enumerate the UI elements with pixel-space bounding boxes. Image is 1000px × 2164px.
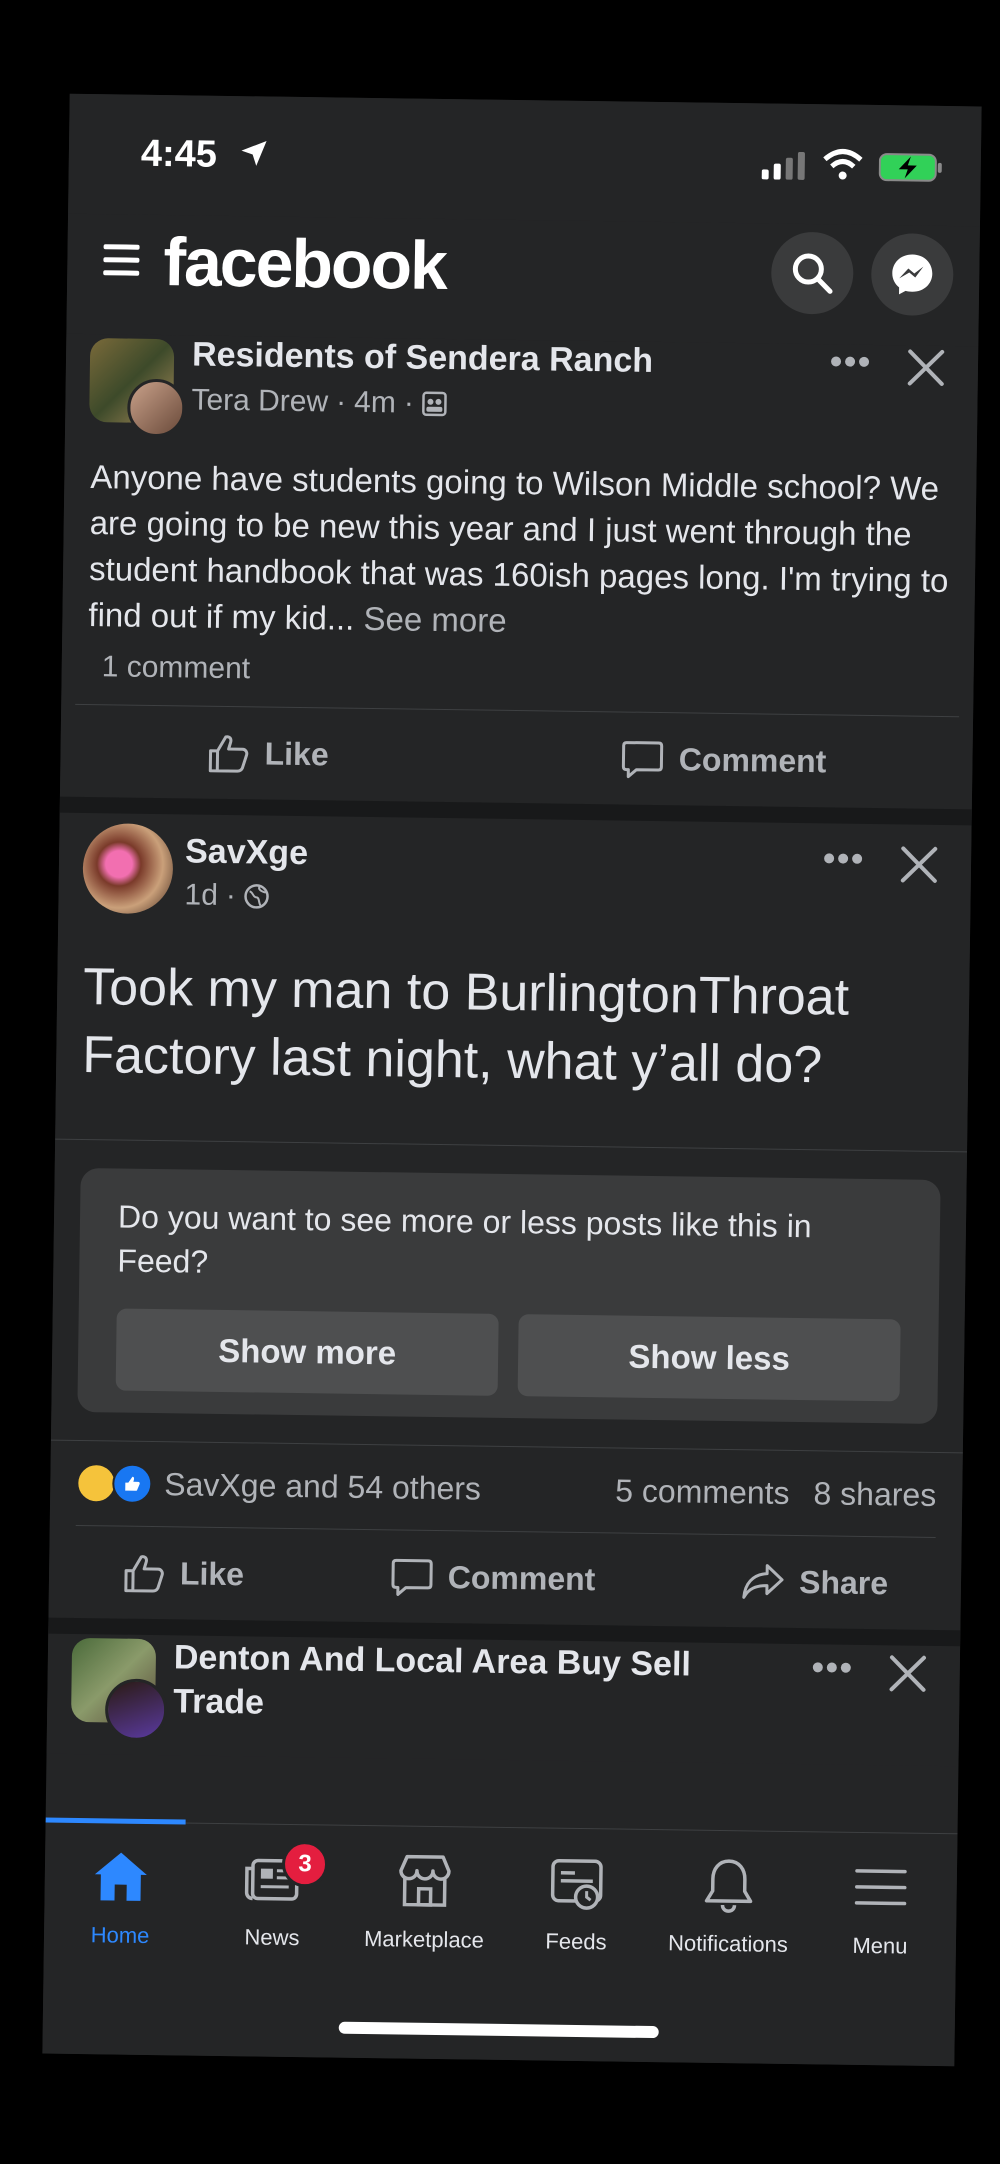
- comment-count[interactable]: 1 comment: [75, 637, 961, 718]
- like-reaction-icon: [112, 1463, 153, 1505]
- group-privacy-icon: [422, 391, 448, 417]
- post-actions: Like Comment Share: [48, 1526, 961, 1631]
- author-name[interactable]: SavXge: [185, 832, 308, 873]
- tab-marketplace[interactable]: Marketplace: [349, 1848, 500, 1954]
- wifi-icon: [823, 149, 863, 180]
- like-label: Like: [179, 1554, 245, 1592]
- comment-label: Comment: [447, 1558, 596, 1597]
- post-text: Anyone have students going to Wilson Mid…: [62, 454, 976, 651]
- like-button[interactable]: Like: [122, 1551, 245, 1597]
- reactions-bar: SavXge and 54 others 5 comments 8 shares: [50, 1441, 963, 1538]
- feed-post: Residents of Sendera Ranch Tera Drew · 4…: [59, 333, 979, 810]
- location-arrow-icon: [241, 140, 267, 166]
- share-button[interactable]: Share: [741, 1559, 889, 1605]
- tab-label: Menu: [852, 1932, 908, 1959]
- tabs: Home 3 News Marketplace Feeds Notificati…: [44, 1822, 958, 1961]
- post-time[interactable]: 4m: [354, 386, 396, 421]
- signal-icon: [761, 151, 805, 180]
- bottom-tab-bar: Home 3 News Marketplace Feeds Notificati…: [42, 1817, 958, 2067]
- show-more-button[interactable]: Show more: [115, 1308, 499, 1396]
- bell-icon: [704, 1859, 753, 1913]
- app-header: facebook: [66, 213, 980, 347]
- feed-feedback-section: Do you want to see more or less posts li…: [51, 1140, 967, 1453]
- comments-count[interactable]: 5 comments: [615, 1472, 790, 1511]
- comment-icon: [622, 741, 664, 779]
- facebook-logo[interactable]: facebook: [163, 223, 447, 305]
- show-less-button[interactable]: Show less: [517, 1314, 901, 1402]
- messenger-icon: [892, 254, 933, 295]
- tab-feeds[interactable]: Feeds: [501, 1850, 652, 1956]
- messenger-button[interactable]: [870, 232, 954, 317]
- reactions-text: SavXge and 54 others: [164, 1465, 482, 1507]
- comment-button[interactable]: Comment: [390, 1554, 596, 1601]
- home-indicator[interactable]: [338, 2021, 659, 2039]
- globe-icon: [244, 884, 270, 909]
- shares-count[interactable]: 8 shares: [813, 1475, 936, 1514]
- author-avatar[interactable]: [126, 378, 186, 438]
- post-header: Residents of Sendera Ranch Tera Drew · 4…: [65, 334, 979, 467]
- tab-home[interactable]: Home: [45, 1844, 196, 1950]
- search-icon: [792, 253, 833, 294]
- engagement-counts: 5 comments 8 shares: [615, 1472, 936, 1514]
- more-options-icon[interactable]: [812, 1660, 852, 1675]
- see-more-link[interactable]: See more: [363, 600, 507, 639]
- tab-menu[interactable]: Menu: [805, 1854, 956, 1960]
- post-meta: 1d ·: [184, 878, 270, 913]
- post-time[interactable]: 1d: [184, 878, 218, 912]
- hamburger-menu-icon[interactable]: [99, 240, 144, 281]
- meta-separator: ·: [335, 385, 347, 419]
- feeds-icon: [550, 1858, 603, 1910]
- feed-post: SavXge 1d · Took my man to BurlingtonThr…: [48, 796, 972, 1631]
- tab-news[interactable]: 3 News: [197, 1840, 348, 1952]
- author-avatar[interactable]: [104, 1678, 168, 1742]
- thumbs-up-icon: [208, 735, 249, 773]
- meta-separator: ·: [225, 878, 237, 913]
- like-label: Like: [264, 735, 329, 772]
- post-actions: Like Comment: [60, 705, 973, 810]
- reactions-summary[interactable]: SavXge and 54 others: [76, 1462, 482, 1509]
- tab-notifications[interactable]: Notifications: [653, 1852, 804, 1958]
- tab-label: Notifications: [667, 1930, 789, 1957]
- feed-post: Denton And Local Area Buy Sell Trade: [46, 1617, 961, 1767]
- post-body: Took my man to BurlingtonThroat Factory …: [81, 958, 850, 1095]
- comment-label: Comment: [678, 740, 827, 779]
- search-button[interactable]: [770, 231, 854, 315]
- status-bar: 4:45: [68, 93, 982, 227]
- battery-charging-icon: [878, 153, 942, 182]
- more-options-icon[interactable]: [823, 851, 863, 866]
- group-name[interactable]: Residents of Sendera Ranch: [192, 335, 654, 380]
- comment-icon: [391, 1558, 433, 1596]
- like-button[interactable]: Like: [206, 731, 329, 777]
- feedback-question: Do you want to see more or less posts li…: [117, 1198, 812, 1280]
- post-header: SavXge 1d ·: [58, 813, 972, 956]
- tab-label: News: [244, 1924, 300, 1951]
- share-label: Share: [798, 1563, 889, 1601]
- tab-label: Feeds: [545, 1928, 607, 1955]
- phone-screen: 4:45 facebook Residents of Sendera Ranch…: [42, 93, 982, 2067]
- thumbs-up-icon: [124, 1555, 164, 1593]
- home-icon: [94, 1852, 147, 1901]
- meta-separator: ·: [403, 386, 415, 420]
- post-header: Denton And Local Area Buy Sell Trade: [47, 1634, 961, 1767]
- haha-reaction-icon: [76, 1462, 117, 1504]
- comment-button[interactable]: Comment: [621, 736, 827, 783]
- close-icon[interactable]: [885, 1651, 930, 1696]
- notification-badge: 3: [281, 1840, 329, 1888]
- tab-label: Marketplace: [363, 1926, 485, 1953]
- feed-feedback-card: Do you want to see more or less posts li…: [77, 1167, 941, 1424]
- menu-icon: [854, 1869, 907, 1906]
- post-body: Anyone have students going to Wilson Mid…: [88, 458, 949, 637]
- close-icon[interactable]: [897, 842, 942, 887]
- author-name[interactable]: Tera Drew: [191, 383, 328, 419]
- marketplace-icon: [399, 1854, 451, 1907]
- share-icon: [742, 1564, 784, 1599]
- post-meta: Tera Drew · 4m ·: [191, 383, 448, 421]
- status-time: 4:45: [140, 132, 218, 176]
- feedback-buttons: Show more Show less: [115, 1308, 901, 1402]
- close-icon[interactable]: [904, 345, 949, 390]
- tab-label: Home: [90, 1922, 150, 1949]
- author-avatar[interactable]: [82, 822, 174, 915]
- group-name[interactable]: Denton And Local Area Buy Sell Trade: [173, 1635, 734, 1731]
- more-options-icon[interactable]: [830, 354, 870, 369]
